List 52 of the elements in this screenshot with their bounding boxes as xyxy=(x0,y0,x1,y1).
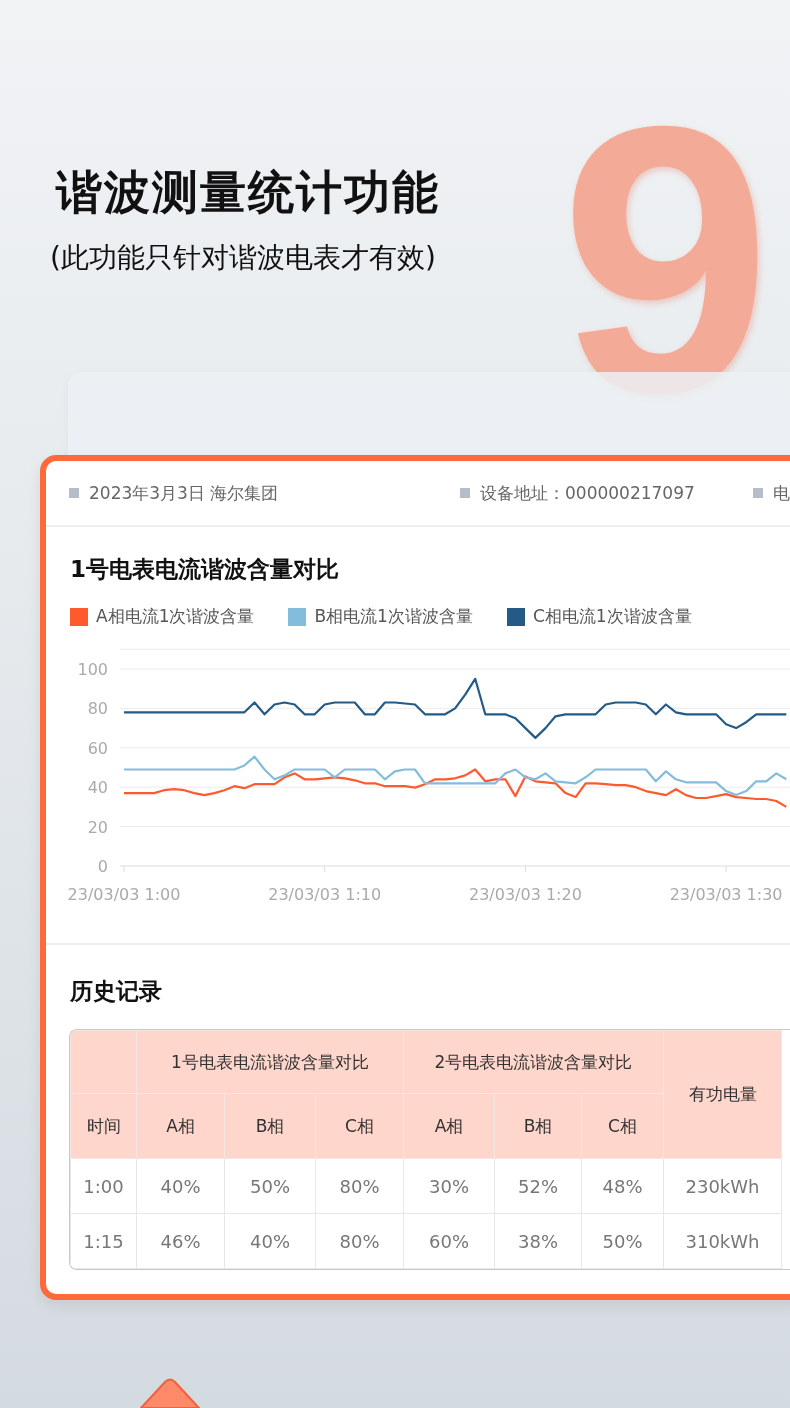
table-cell: 60% xyxy=(403,1213,495,1269)
header-cell: B相 xyxy=(494,1093,582,1159)
legend-label: B相电流1次谐波含量 xyxy=(314,605,473,628)
info-text: 2023年3月3日 海尔集团 xyxy=(89,481,279,505)
axis-label: 23/03/03 1:00 xyxy=(67,885,181,904)
triangle-shape xyxy=(139,1378,201,1408)
table-cell: 1:00 xyxy=(70,1158,137,1214)
table-cell: 40% xyxy=(224,1213,316,1269)
axis-label: 0 xyxy=(97,857,108,876)
table-cell: 310kWh xyxy=(663,1213,782,1269)
table-cell: 50% xyxy=(581,1213,664,1269)
table-cell: 52% xyxy=(494,1158,582,1214)
square-icon xyxy=(753,488,763,498)
section-title: 历史记录 xyxy=(69,977,163,1006)
chart-title: 1号电表电流谐波含量对比 xyxy=(69,555,340,584)
decorative-number: 9 xyxy=(560,70,772,450)
info-text: 电 xyxy=(773,481,790,505)
axis-label: 80 xyxy=(87,699,108,719)
axis-label: 60 xyxy=(87,738,108,758)
header-cell: 1号电表电流谐波含量对比 xyxy=(136,1030,404,1094)
axis-label: 23/03/03 1:30 xyxy=(669,885,783,904)
table-cell: 50% xyxy=(224,1158,316,1214)
table-cell: 80% xyxy=(315,1213,404,1269)
page-title: 谐波测量统计功能 xyxy=(56,164,441,221)
header-cell: A相 xyxy=(136,1093,225,1159)
header-cell: 时间 xyxy=(70,1093,137,1159)
table-cell: 30% xyxy=(403,1158,495,1214)
table-cell: 46% xyxy=(136,1213,225,1269)
axis-label: 40 xyxy=(87,778,108,798)
table-cell: 38% xyxy=(494,1213,582,1269)
axis-label: 100 xyxy=(77,660,108,679)
table-cell: 48% xyxy=(581,1158,664,1214)
table-cell: 80% xyxy=(315,1158,404,1214)
table-cell: 1:15 xyxy=(70,1213,137,1269)
axis-label: 20 xyxy=(87,817,108,837)
header-cell: C相 xyxy=(581,1093,664,1159)
table-cell: 230kWh xyxy=(663,1158,782,1214)
header-cell xyxy=(70,1030,137,1094)
header-cell: B相 xyxy=(224,1093,316,1159)
page-subtitle: (此功能只针对谐波电表才有效) xyxy=(50,240,437,276)
legend-label: A相电流1次谐波含量 xyxy=(96,605,255,628)
square-icon xyxy=(69,488,79,498)
axis-label: 23/03/03 1:20 xyxy=(468,885,582,904)
legend-label: C相电流1次谐波含量 xyxy=(532,605,692,628)
axis-label: 23/03/03 1:10 xyxy=(268,885,382,904)
square-icon xyxy=(460,488,470,498)
header-cell: C相 xyxy=(315,1093,404,1159)
header-cell: 2号电表电流谐波含量对比 xyxy=(403,1030,664,1094)
header-cell: 有功电量 xyxy=(663,1030,782,1159)
table-cell: 40% xyxy=(136,1158,225,1214)
info-text: 设备地址：000000217097 xyxy=(480,481,695,505)
header-cell: A相 xyxy=(403,1093,495,1159)
